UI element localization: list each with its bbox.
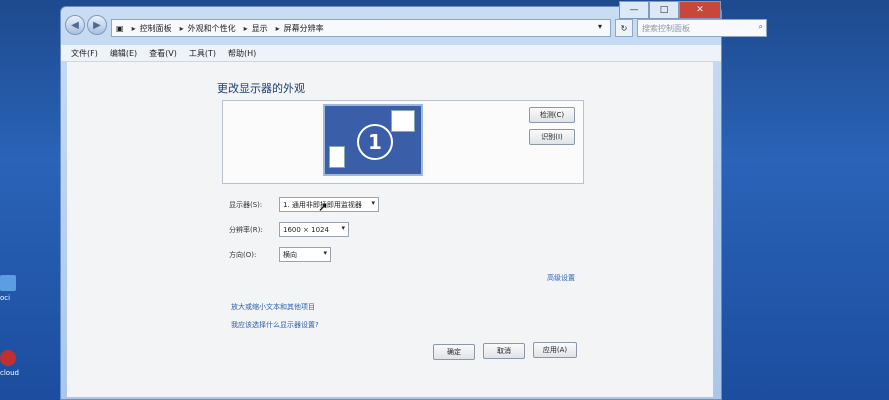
breadcrumb-item[interactable]: 显示 [252, 23, 268, 34]
back-button[interactable]: ◀ [65, 15, 85, 35]
orientation-select[interactable]: 横向 ▾ [279, 247, 331, 262]
chevron-down-icon[interactable]: ▾ [598, 22, 602, 31]
menu-view[interactable]: 查看(V) [149, 48, 177, 59]
maximize-button[interactable]: □ [649, 1, 679, 19]
menu-help[interactable]: 帮助(H) [228, 48, 256, 59]
window-thumbnail [391, 110, 415, 132]
help-link[interactable]: 我应该选择什么显示器设置? [231, 320, 319, 330]
display-label: 显示器(S): [229, 201, 263, 209]
display-select[interactable]: 1. 通用非即插即用监视器 ▾ [279, 197, 379, 212]
menu-file[interactable]: 文件(F) [71, 48, 98, 59]
content-area: 更改显示器的外观 1 检测(C) 识别(I) 显示器(S): 1. 通用非即插即… [67, 62, 713, 397]
window-thumbnail [329, 146, 345, 168]
breadcrumb-item[interactable]: 控制面板 [140, 23, 172, 34]
menu-bar: 文件(F) 编辑(E) 查看(V) 工具(T) 帮助(H) [61, 45, 721, 62]
menu-tools[interactable]: 工具(T) [189, 48, 216, 59]
address-bar[interactable]: ▣ ▸ 控制面板 ▸ 外观和个性化 ▸ 显示 ▸ 屏幕分辨率 ▾ [111, 19, 611, 37]
chevron-right-icon: ▸ [243, 23, 248, 33]
chevron-down-icon: ▾ [371, 199, 375, 207]
monitor-number: 1 [357, 124, 393, 160]
desktop-icon-2[interactable]: cloud [0, 350, 22, 377]
search-input[interactable]: 搜索控制面板 ⌕ [637, 19, 767, 37]
title-bar: ◀ ▶ ▣ ▸ 控制面板 ▸ 外观和个性化 ▸ 显示 ▸ 屏幕分辨率 ▾ ↻ 搜… [61, 1, 767, 39]
menu-edit[interactable]: 编辑(E) [110, 48, 137, 59]
desktop-icon-label: cloud [0, 369, 19, 377]
desktop-icon-label: oci [0, 294, 11, 302]
detect-button[interactable]: 检测(C) [529, 107, 575, 123]
monitor-thumbnail[interactable]: 1 [323, 104, 423, 176]
chevron-down-icon: ▾ [323, 249, 327, 257]
forward-button[interactable]: ▶ [87, 15, 107, 35]
window-controls: — □ ✕ [619, 1, 721, 19]
resolution-select[interactable]: 1600 × 1024 ▾ [279, 222, 349, 237]
control-panel-window: ◀ ▶ ▣ ▸ 控制面板 ▸ 外观和个性化 ▸ 显示 ▸ 屏幕分辨率 ▾ ↻ 搜… [60, 1, 767, 400]
chevron-right-icon: ▸ [275, 23, 280, 33]
app-icon [0, 275, 16, 291]
search-icon: ⌕ [758, 22, 763, 31]
search-placeholder: 搜索控制面板 [642, 23, 690, 33]
advanced-settings-link[interactable]: 高级设置 [547, 273, 575, 283]
monitor-preview: 1 检测(C) 识别(I) [222, 100, 584, 184]
close-button[interactable]: ✕ [679, 1, 721, 19]
control-panel-icon: ▣ [116, 23, 124, 33]
resolution-value: 1600 × 1024 [283, 225, 329, 234]
text-size-link[interactable]: 放大或缩小文本和其他项目 [231, 302, 315, 312]
identify-button[interactable]: 识别(I) [529, 129, 575, 145]
refresh-icon: ↻ [620, 23, 628, 33]
desktop-icon-1[interactable]: oci [0, 275, 22, 302]
orientation-label: 方向(O): [229, 251, 257, 259]
forward-arrow-icon: ▶ [93, 19, 101, 31]
orientation-value: 横向 [283, 250, 297, 259]
ok-button[interactable]: 确定 [433, 344, 475, 360]
mouse-cursor-icon: ➚ [318, 200, 329, 214]
breadcrumb-item[interactable]: 外观和个性化 [188, 23, 236, 34]
app-icon [0, 350, 16, 366]
page-title: 更改显示器的外观 [217, 82, 305, 95]
cancel-button[interactable]: 取消 [483, 343, 525, 359]
chevron-right-icon: ▸ [131, 23, 136, 33]
apply-button[interactable]: 应用(A) [533, 342, 577, 358]
back-arrow-icon: ◀ [71, 19, 79, 31]
chevron-down-icon: ▾ [341, 224, 345, 232]
breadcrumb-item[interactable]: 屏幕分辨率 [284, 23, 324, 34]
chevron-right-icon: ▸ [179, 23, 184, 33]
resolution-label: 分辨率(R): [229, 226, 263, 234]
minimize-button[interactable]: — [619, 1, 649, 19]
refresh-button[interactable]: ↻ [615, 19, 633, 37]
